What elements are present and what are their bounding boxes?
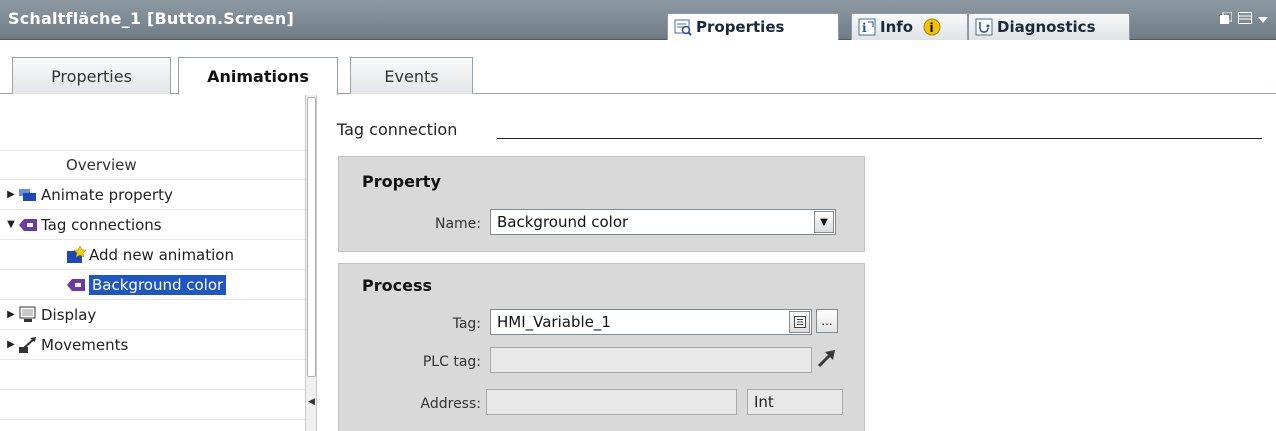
list-icon[interactable] — [789, 311, 810, 333]
tree-item-label: Tag connections — [41, 215, 162, 234]
expand-arrow-icon[interactable]: ▶ — [4, 309, 18, 320]
inspector-tab-info[interactable]: i Info i — [851, 13, 968, 40]
tree-item-display[interactable]: ▶ Display — [0, 300, 305, 330]
info-badge-icon: i — [923, 18, 941, 36]
animate-property-icon — [18, 186, 38, 204]
svg-text:i: i — [862, 21, 867, 35]
svg-text:i: i — [930, 21, 934, 35]
collapse-arrow-icon[interactable]: ▼ — [4, 219, 18, 230]
plc-tag-input[interactable] — [490, 347, 812, 373]
tag-connection-icon — [66, 276, 86, 294]
tree-item-animate-property[interactable]: ▶ Animate property — [0, 180, 305, 210]
group-title: Process — [362, 276, 432, 295]
tree-item-background-color[interactable]: Background color — [0, 270, 305, 300]
menu-dropdown-icon[interactable] — [1258, 12, 1268, 28]
expand-arrow-icon[interactable]: ▶ — [4, 339, 18, 350]
animation-tree: Overview ▶ Animate property ▼ Tag connec… — [0, 95, 305, 431]
group-title: Property — [362, 172, 441, 191]
collapse-left-icon[interactable]: ◀ — [308, 397, 315, 407]
window-controls — [1220, 11, 1268, 28]
tab-label: Events — [384, 66, 439, 86]
tab-animations[interactable]: Animations — [178, 57, 338, 95]
tree-item-label: Movements — [41, 335, 129, 354]
tag-connection-icon — [18, 216, 38, 234]
inspector-tab-label: Diagnostics — [997, 18, 1096, 36]
goto-arrow-icon[interactable] — [817, 348, 837, 372]
restore-icon[interactable] — [1220, 11, 1233, 28]
tab-properties[interactable]: Properties — [12, 57, 171, 94]
tree-item-tag-connections[interactable]: ▼ Tag connections — [0, 210, 305, 240]
plc-tag-label: PLC tag: — [422, 354, 481, 370]
expand-arrow-icon[interactable]: ▶ — [4, 189, 18, 200]
chevron-down-icon[interactable]: ▼ — [814, 211, 834, 233]
inspector-tab-label: Info — [880, 18, 914, 36]
tree-item-overview[interactable]: Overview — [0, 150, 305, 180]
browse-button[interactable]: ... — [816, 309, 838, 333]
inspector-tab-diagnostics[interactable]: Diagnostics — [968, 13, 1130, 40]
address-label: Address: — [420, 396, 481, 412]
movements-icon — [18, 336, 38, 354]
section-title: Tag connection — [337, 120, 458, 139]
browse-label: ... — [821, 314, 833, 328]
name-select-value: Background color — [497, 213, 629, 231]
add-animation-icon — [66, 245, 86, 264]
tree-empty-row — [0, 390, 305, 420]
tree-item-label: Background color — [89, 274, 227, 295]
tree-item-label: Display — [41, 305, 97, 324]
inspector-tab-properties[interactable]: Properties — [667, 13, 839, 40]
inspector-title-bar: Schaltfläche_1 [Button.Screen] Propertie… — [0, 0, 1276, 40]
tree-empty-row — [0, 360, 305, 390]
data-type-value: Int — [754, 393, 774, 411]
window-title: Schaltfläche_1 [Button.Screen] — [8, 9, 294, 28]
address-input[interactable] — [486, 389, 737, 415]
info-icon: i — [858, 18, 876, 36]
name-select[interactable]: Background color ▼ — [490, 209, 836, 235]
tree-item-label: Overview — [66, 156, 137, 174]
tag-label: Tag: — [452, 316, 481, 332]
tree-item-movements[interactable]: ▶ Movements — [0, 330, 305, 360]
diagnostics-icon — [975, 18, 993, 36]
name-label: Name: — [434, 216, 481, 232]
tab-label: Animations — [207, 67, 309, 86]
tab-label: Properties — [51, 66, 132, 86]
display-icon — [18, 306, 38, 324]
property-group: Property Name: Background color ▼ — [338, 156, 865, 252]
data-type-field: Int — [747, 389, 843, 415]
tree-item-label: Add new animation — [89, 245, 234, 264]
inspector-tab-label: Properties — [696, 18, 785, 36]
tree-splitter-scrollbar[interactable]: ◀ — [305, 95, 317, 431]
properties-icon — [674, 18, 692, 36]
process-group: Process Tag: HMI_Variable_1 ... PLC tag:… — [338, 263, 865, 431]
tree-item-label: Animate property — [41, 185, 173, 204]
tab-events[interactable]: Events — [350, 57, 473, 94]
tag-input[interactable]: HMI_Variable_1 — [490, 309, 812, 335]
scrollbar-thumb[interactable] — [307, 97, 316, 377]
section-divider — [497, 138, 1262, 139]
tree-item-add-new-animation[interactable]: Add new animation — [0, 240, 305, 270]
editor-tabs: Properties Animations Events — [0, 48, 1276, 95]
tag-input-value: HMI_Variable_1 — [497, 313, 611, 331]
layout-icon[interactable] — [1238, 12, 1252, 28]
